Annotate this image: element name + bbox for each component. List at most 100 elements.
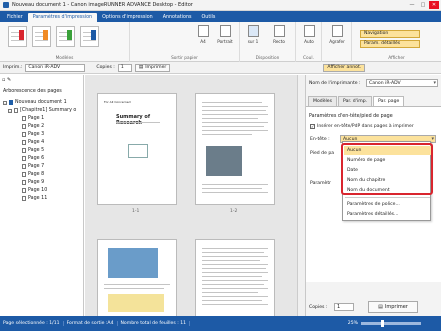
page-icon (22, 132, 26, 137)
page-icon (22, 196, 26, 201)
tab-tools[interactable]: Outils (197, 13, 221, 22)
navigation-toggle[interactable]: Navigation (360, 30, 420, 38)
option-document-name[interactable]: Nom du document (344, 186, 431, 195)
tree-page-item[interactable]: Page 5 (22, 147, 44, 154)
tree-page-item[interactable]: Page 11 (22, 195, 47, 202)
group-label: Coul. (303, 56, 314, 61)
ribbon-tabs: Fichier Paramètres d'impression Options … (0, 11, 441, 22)
color-mode-button[interactable]: Auto (298, 25, 320, 44)
tree-title: Arborescence des pages (3, 89, 62, 94)
tree-page-item[interactable]: Page 2 (22, 123, 44, 130)
page-icon (22, 124, 26, 129)
print-button[interactable]: ▤ Imprimer (134, 63, 171, 72)
option-page-number[interactable]: Numéro de page (344, 156, 431, 165)
settings-label: Paramètr (310, 181, 332, 186)
option-font-settings[interactable]: Paramètres de police... (344, 200, 431, 209)
app-icon (3, 2, 9, 8)
copies-input[interactable]: 1 (334, 303, 354, 311)
show-annotations-button[interactable]: Afficher annot. (323, 63, 366, 72)
tab-print-settings[interactable]: Paramètres d'impression (27, 13, 98, 22)
page-icon (22, 140, 26, 145)
printer-label: Imprim.: (3, 65, 23, 70)
color-group: Auto Coul. (296, 22, 322, 62)
printer-name-select[interactable]: Canon iR-ADV (366, 79, 438, 87)
group-label: Modèles (55, 56, 74, 61)
close-button[interactable]: ✕ (429, 1, 439, 9)
preview-area: For All Concerned Summary of Research 1-… (85, 75, 305, 319)
minimize-button[interactable]: — (407, 1, 417, 9)
orientation-button[interactable]: Portrait (214, 25, 236, 44)
photo-image (108, 248, 158, 278)
tree-page-item[interactable]: Page 8 (22, 171, 44, 178)
tab-annotations[interactable]: Annotations (158, 13, 197, 22)
page-tree-pane: ▫ ✎ Arborescence des pages - Nouveau docu… (0, 75, 84, 316)
photo-image (206, 146, 242, 176)
zoom-level: 25% (347, 321, 358, 326)
new-page-icon[interactable]: ▫ (2, 77, 5, 83)
pages-per-sheet-button[interactable]: sur 1 (242, 25, 264, 44)
template-thumb[interactable] (32, 26, 51, 47)
option-chapter-name[interactable]: Nom du chapitre (344, 176, 431, 185)
tab-page-params[interactable]: Par. page (373, 96, 405, 106)
option-date[interactable]: Date (344, 166, 431, 175)
template-thumb[interactable] (56, 26, 75, 47)
header-label: En-tête : (310, 137, 330, 142)
quick-toolbar: Imprim.: Canon iR-ADV Copies : 1 ▤ Imprim… (0, 62, 441, 74)
duplex-button[interactable]: Recto (268, 25, 290, 44)
finishing-group: Agrafer (322, 22, 352, 62)
section-title: Paramètres d'en-tête/pied de page (309, 114, 393, 119)
paper-size-button[interactable]: A4 (192, 25, 214, 44)
tree-page-item[interactable]: Page 1 (22, 115, 44, 122)
window-title: Nouveau document 1 - Canon imageRUNNER A… (12, 2, 193, 8)
selected-page-status: Page sélectionnée : 1/11 (0, 321, 64, 326)
staple-button[interactable]: Agrafer (326, 25, 348, 44)
template-thumb[interactable] (8, 26, 27, 47)
page-icon (22, 164, 26, 169)
option-detailed-settings[interactable]: Paramètres détaillés... (344, 210, 431, 219)
ribbon: Modèles A4 Portrait Sortir papier sur 1 … (0, 22, 441, 62)
page-icon (22, 172, 26, 177)
tree-root[interactable]: - Nouveau document 1 (3, 99, 67, 106)
templates-group: Modèles (0, 22, 130, 62)
page-icon (22, 188, 26, 193)
tree-chapter[interactable]: - [Chapitre1] Summary o (8, 107, 76, 114)
tab-templates[interactable]: Modèles (308, 96, 338, 106)
print-main-button[interactable]: ▤ Imprimer (368, 301, 418, 313)
page-thumbnail-1[interactable]: For All Concerned Summary of Research (97, 93, 177, 205)
zoom-slider[interactable] (361, 320, 421, 327)
insert-header-footer-checkbox[interactable]: ✓ Insérer en-tête/PdP dans pages à imprim… (310, 124, 414, 129)
copies-label: Copies : (96, 65, 115, 70)
output-format-status: Format de sortie :A4 (64, 321, 118, 326)
page-icon (22, 156, 26, 161)
printer-icon: ▤ (138, 65, 144, 70)
page-number-label: 1-1 (132, 209, 140, 214)
display-group: Navigation Param. détaillés Afficher (352, 22, 441, 62)
tab-print-options[interactable]: Options d'impression (97, 13, 158, 22)
header-dropdown: Aucun Numéro de page Date Nom du chapitr… (342, 141, 431, 221)
option-none[interactable]: Aucun (344, 146, 431, 155)
page-number-label: 1-2 (230, 209, 238, 214)
tab-file[interactable]: Fichier (2, 13, 28, 22)
tree-page-item[interactable]: Page 4 (22, 139, 44, 146)
detailed-settings-toggle[interactable]: Param. détaillés (360, 40, 420, 48)
status-bar: Page sélectionnée : 1/11 Format de sorti… (0, 316, 441, 331)
page-thumbnail-3[interactable] (97, 239, 177, 319)
page-thumbnail-4[interactable] (195, 239, 275, 319)
maximize-button[interactable]: □ (418, 1, 428, 9)
vertical-scrollbar[interactable] (297, 75, 305, 316)
template-thumb[interactable] (80, 26, 99, 47)
tree-page-item[interactable]: Page 10 (22, 187, 47, 194)
tree-page-item[interactable]: Page 6 (22, 155, 44, 162)
printer-select[interactable]: Canon iR-ADV (25, 63, 86, 72)
divider (345, 197, 430, 198)
tree-page-item[interactable]: Page 9 (22, 179, 44, 186)
copies-input[interactable]: 1 (117, 63, 132, 72)
edit-icon[interactable]: ✎ (7, 77, 11, 83)
page-thumbnail-2[interactable] (195, 93, 275, 205)
tree-page-item[interactable]: Page 3 (22, 131, 44, 138)
paper-output-group: A4 Portrait Sortir papier (130, 22, 240, 62)
tab-print-params[interactable]: Par. d'imp. (338, 96, 373, 106)
tree-toolbar: ▫ ✎ (2, 77, 11, 83)
tree-page-item[interactable]: Page 7 (22, 163, 44, 170)
title-bar: Nouveau document 1 - Canon imageRUNNER A… (0, 0, 441, 11)
